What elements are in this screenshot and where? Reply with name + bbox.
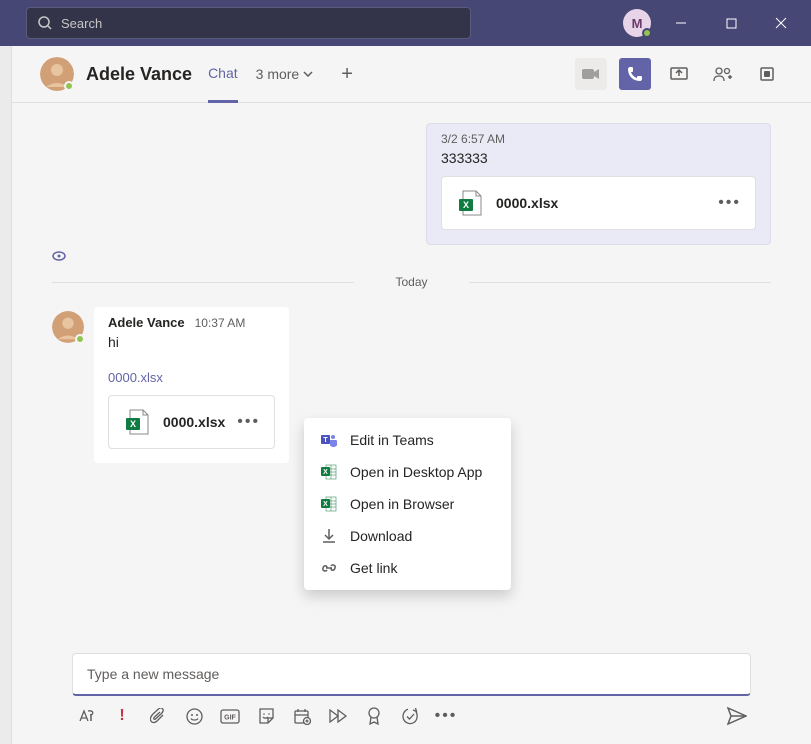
svg-text:X: X xyxy=(323,501,328,508)
audio-call-button[interactable] xyxy=(619,58,651,90)
svg-text:X: X xyxy=(463,200,469,210)
menu-open-desktop[interactable]: X Open in Desktop App xyxy=(304,456,511,488)
message-timestamp: 3/2 6:57 AM xyxy=(441,132,756,146)
read-receipt-icon xyxy=(52,251,771,261)
sticker-button[interactable] xyxy=(256,706,276,726)
message-text: 333333 xyxy=(441,150,756,166)
message-time: 10:37 AM xyxy=(195,316,246,330)
file-more-button[interactable]: ••• xyxy=(237,413,260,431)
popout-button[interactable] xyxy=(751,58,783,90)
excel-icon: X xyxy=(320,463,338,481)
presence-indicator xyxy=(64,81,74,91)
svg-text:X: X xyxy=(323,469,328,476)
svg-text:X: X xyxy=(130,419,136,429)
stream-button[interactable] xyxy=(328,706,348,726)
search-placeholder: Search xyxy=(61,16,102,31)
gif-button[interactable]: GIF xyxy=(220,706,240,726)
gif-icon: GIF xyxy=(220,709,240,724)
add-people-button[interactable] xyxy=(707,58,739,90)
calendar-plus-icon xyxy=(294,708,311,725)
search-input[interactable]: Search xyxy=(26,7,471,39)
download-icon xyxy=(320,527,338,545)
send-button[interactable] xyxy=(727,706,747,726)
attach-button[interactable] xyxy=(148,706,168,726)
video-call-button[interactable] xyxy=(575,58,607,90)
left-rail xyxy=(0,46,12,744)
priority-button[interactable]: ! xyxy=(112,706,132,726)
approvals-button[interactable] xyxy=(400,706,420,726)
emoji-icon xyxy=(186,708,203,725)
window-maximize-button[interactable] xyxy=(711,7,751,39)
presence-indicator xyxy=(642,28,652,38)
menu-get-link[interactable]: Get link xyxy=(304,552,511,584)
file-name: 0000.xlsx xyxy=(163,414,225,430)
more-tabs-dropdown[interactable]: 3 more xyxy=(256,66,314,82)
outgoing-message: 3/2 6:57 AM 333333 X 0000.xlsx ••• xyxy=(426,123,771,245)
svg-text:GIF: GIF xyxy=(224,714,236,721)
file-name: 0000.xlsx xyxy=(496,195,706,211)
message-input[interactable]: Type a new message xyxy=(72,653,751,696)
menu-label: Edit in Teams xyxy=(350,432,434,448)
svg-text:T: T xyxy=(323,437,328,444)
menu-label: Download xyxy=(350,528,412,544)
emoji-button[interactable] xyxy=(184,706,204,726)
message-text: hi xyxy=(108,334,275,350)
video-icon xyxy=(582,67,600,81)
paperclip-icon xyxy=(150,708,166,724)
format-button[interactable] xyxy=(76,706,96,726)
people-add-icon xyxy=(713,66,733,82)
send-icon xyxy=(727,707,747,725)
sticker-icon xyxy=(258,708,275,725)
window-minimize-button[interactable] xyxy=(661,7,701,39)
file-more-button[interactable]: ••• xyxy=(718,194,741,212)
sender-avatar[interactable] xyxy=(52,311,84,343)
stream-icon xyxy=(329,709,347,723)
search-icon xyxy=(37,15,53,31)
link-icon xyxy=(320,559,338,577)
schedule-meeting-button[interactable] xyxy=(292,706,312,726)
file-context-menu: T Edit in Teams X Open in Desktop App X … xyxy=(304,418,511,590)
chevron-down-icon xyxy=(303,71,313,77)
tab-chat[interactable]: Chat xyxy=(208,65,238,83)
current-user-avatar[interactable]: M xyxy=(623,9,651,37)
menu-open-browser[interactable]: X Open in Browser xyxy=(304,488,511,520)
praise-button[interactable] xyxy=(364,706,384,726)
title-bar: Search M xyxy=(0,0,811,46)
menu-label: Get link xyxy=(350,560,397,576)
screen-share-icon xyxy=(670,66,688,82)
chat-header: Adele Vance Chat 3 more + xyxy=(12,46,811,103)
menu-label: Open in Desktop App xyxy=(350,464,482,480)
composer: Type a new message ! GIF ••• xyxy=(12,653,811,744)
menu-download[interactable]: Download xyxy=(304,520,511,552)
excel-file-icon: X xyxy=(123,408,151,436)
file-link[interactable]: 0000.xlsx xyxy=(108,370,275,385)
screen-share-button[interactable] xyxy=(663,58,695,90)
compose-toolbar: ! GIF ••• xyxy=(72,696,751,734)
excel-icon: X xyxy=(320,495,338,513)
menu-edit-in-teams[interactable]: T Edit in Teams xyxy=(304,424,511,456)
add-tab-button[interactable]: + xyxy=(341,63,353,86)
phone-icon xyxy=(627,66,643,82)
excel-file-icon: X xyxy=(456,189,484,217)
chat-pane: Adele Vance Chat 3 more + xyxy=(12,46,811,744)
teams-icon: T xyxy=(320,431,338,449)
contact-avatar[interactable] xyxy=(40,57,74,91)
format-icon xyxy=(77,708,95,724)
popout-icon xyxy=(759,66,775,82)
contact-name: Adele Vance xyxy=(86,64,192,85)
file-attachment-card[interactable]: X 0000.xlsx ••• xyxy=(108,395,275,449)
presence-indicator xyxy=(75,334,85,344)
file-attachment-card[interactable]: X 0000.xlsx ••• xyxy=(441,176,756,230)
check-circle-icon xyxy=(402,708,419,725)
menu-label: Open in Browser xyxy=(350,496,454,512)
day-separator: Today xyxy=(52,275,771,289)
window-close-button[interactable] xyxy=(761,7,801,39)
more-extensions-button[interactable]: ••• xyxy=(436,706,456,726)
message-sender: Adele Vance xyxy=(108,315,185,330)
badge-icon xyxy=(367,707,381,725)
